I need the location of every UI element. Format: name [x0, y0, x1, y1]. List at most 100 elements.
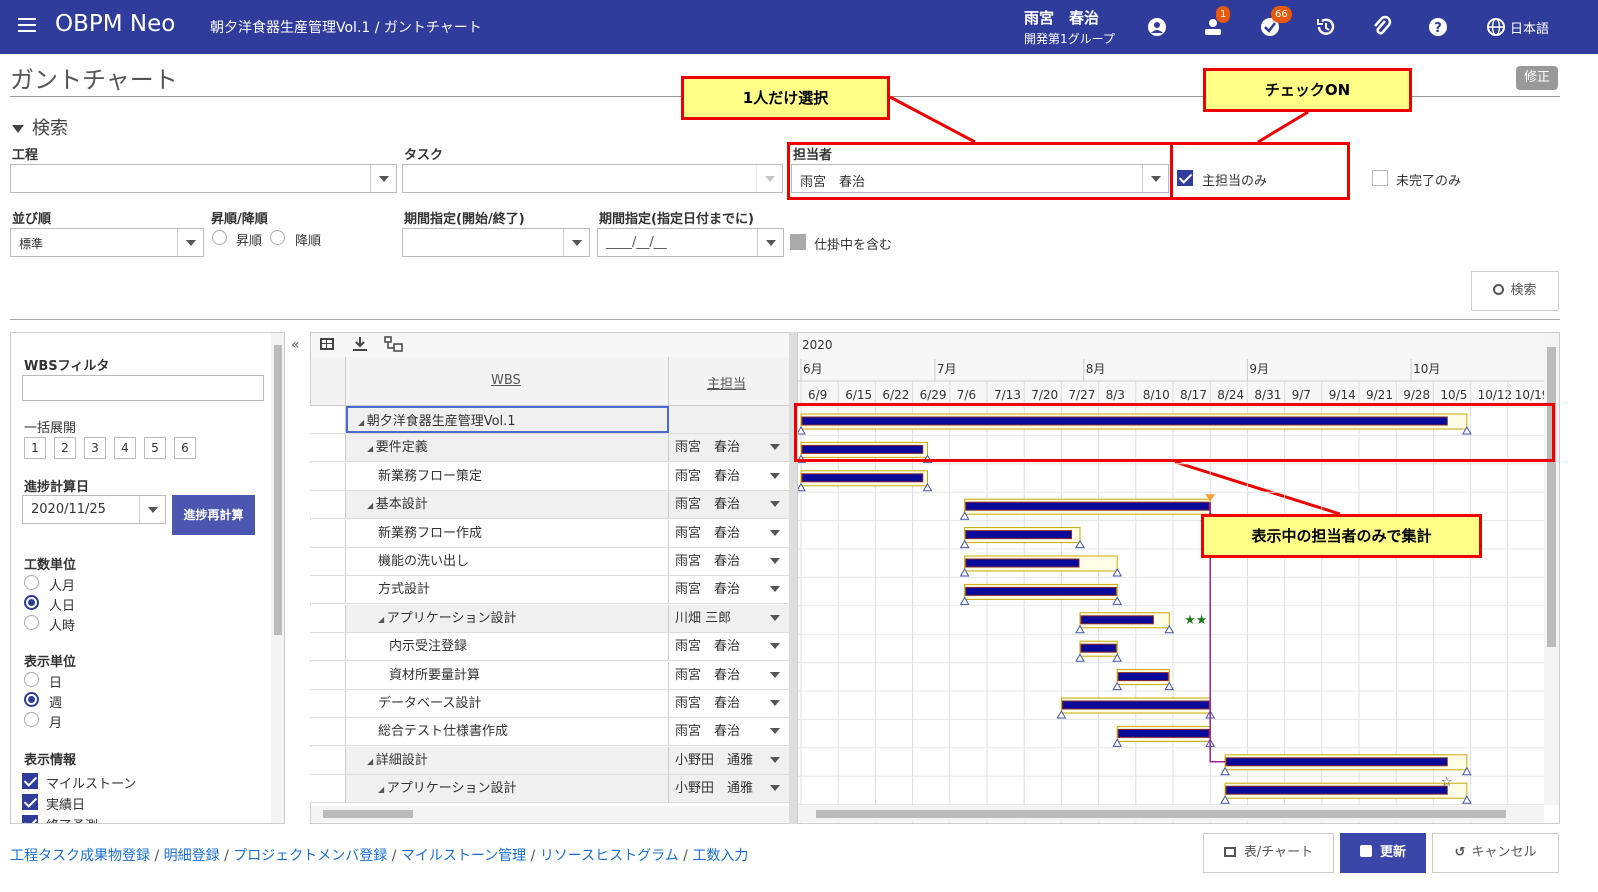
owner-cell[interactable]: 雨宮 春治	[669, 662, 790, 689]
footer-link[interactable]: プロジェクトメンバ登録	[233, 848, 387, 864]
row-selector[interactable]	[310, 746, 346, 774]
row-selector[interactable]	[310, 718, 346, 746]
table-row[interactable]: 総合テスト仕様書作成 雨宮 春治	[310, 718, 790, 747]
wbs-cell[interactable]: データベース設計	[346, 690, 669, 717]
footer-link[interactable]: 明細登録	[164, 848, 220, 864]
table-row[interactable]: ◢ アプリケーション設計 川畑 三郎	[310, 604, 790, 633]
owner-cell[interactable]: 雨宮 春治	[669, 633, 790, 660]
expand-level-button[interactable]: 4	[114, 437, 136, 459]
info-actual-checkbox[interactable]	[22, 794, 38, 810]
wbs-cell[interactable]: 総合テスト仕様書作成	[346, 718, 669, 746]
wbs-cell[interactable]: ◢ 要件定義	[346, 434, 669, 462]
expand-level-button[interactable]: 6	[174, 437, 196, 459]
owner-cell[interactable]: 雨宮 春治	[669, 434, 790, 462]
row-selector[interactable]	[310, 462, 346, 490]
row-selector[interactable]	[310, 406, 346, 433]
col-wbs-header[interactable]: WBS	[491, 373, 521, 388]
row-selector[interactable]	[310, 661, 346, 689]
table-row[interactable]: 方式設計 雨宮 春治	[310, 576, 790, 605]
disp-radio-month[interactable]	[24, 712, 39, 727]
footer-link[interactable]: マイルストーン管理	[401, 848, 526, 864]
unit-radio-day[interactable]	[24, 595, 39, 610]
wbs-cell[interactable]: ◢ アプリケーション設計	[346, 604, 669, 632]
table-row[interactable]: ◢ 基本設計 雨宮 春治	[310, 491, 790, 520]
expand-triangle-icon[interactable]: ◢	[367, 444, 376, 453]
expand-level-button[interactable]: 5	[144, 437, 166, 459]
table-row[interactable]: ◢ 朝夕洋食器生産管理Vol.1	[310, 406, 790, 434]
row-selector[interactable]	[310, 576, 346, 604]
wbs-cell[interactable]: 資材所要量計算	[346, 661, 669, 689]
owner-cell[interactable]: 雨宮 春治	[669, 463, 790, 490]
unit-radio-hour[interactable]	[24, 615, 39, 630]
row-selector[interactable]	[310, 434, 346, 462]
owner-cell[interactable]: 雨宮 春治	[669, 576, 790, 603]
disp-radio-week[interactable]	[24, 692, 39, 707]
left-scroll-thumb[interactable]	[274, 345, 282, 635]
footer-link[interactable]: リソースヒストグラム	[540, 848, 679, 864]
grid-hscroll[interactable]	[311, 806, 793, 822]
disp-radio-day[interactable]	[24, 672, 39, 687]
expand-triangle-icon[interactable]: ◢	[367, 757, 376, 766]
recalc-button[interactable]: 進捗再計算	[172, 495, 255, 535]
owner-cell[interactable]: 小野田 通雅	[669, 775, 790, 803]
footer-link[interactable]: 工程タスク成果物登録	[10, 848, 150, 864]
download-icon[interactable]	[352, 336, 368, 352]
wbs-filter-input[interactable]	[22, 375, 264, 401]
expand-level-button[interactable]: 2	[54, 437, 76, 459]
owner-cell[interactable]: 川畑 三郎	[669, 604, 790, 632]
owner-cell[interactable]: 雨宮 春治	[669, 690, 790, 717]
table-row[interactable]: 資材所要量計算 雨宮 春治	[310, 661, 790, 690]
grid-hscroll-thumb[interactable]	[323, 810, 413, 818]
unit-radio-month[interactable]	[24, 575, 39, 590]
table-row[interactable]: 新業務フロー作成 雨宮 春治	[310, 519, 790, 548]
owner-cell[interactable]: 雨宮 春治	[669, 520, 790, 547]
row-selector[interactable]	[310, 775, 346, 803]
hierarchy-icon[interactable]	[384, 336, 404, 352]
row-selector[interactable]	[310, 690, 346, 717]
cancel-button[interactable]: ↺ キャンセル	[1432, 833, 1559, 873]
row-selector[interactable]	[310, 604, 346, 632]
info-milestone-checkbox[interactable]	[22, 773, 38, 789]
table-row[interactable]: データベース設計 雨宮 春治	[310, 690, 790, 718]
owner-cell[interactable]: 雨宮 春治	[669, 548, 790, 575]
wbs-cell[interactable]: 機能の洗い出し	[346, 548, 669, 575]
owner-cell[interactable]: 小野田 通雅	[669, 746, 790, 774]
left-scrollbar[interactable]	[271, 333, 284, 823]
row-selector[interactable]	[310, 633, 346, 661]
gantt-hscroll[interactable]	[798, 806, 1544, 822]
table-icon[interactable]	[320, 338, 334, 350]
wbs-cell[interactable]: 新業務フロー作成	[346, 519, 669, 547]
info-forecast-checkbox[interactable]	[22, 815, 38, 823]
expand-triangle-icon[interactable]: ◢	[378, 615, 387, 624]
wbs-cell[interactable]: 新業務フロー策定	[346, 462, 669, 490]
update-button[interactable]: 更新	[1340, 833, 1426, 873]
wbs-cell[interactable]: 内示受注登録	[346, 633, 669, 661]
table-row[interactable]: 内示受注登録 雨宮 春治	[310, 633, 790, 662]
table-chart-button[interactable]: 表/チャート	[1203, 833, 1334, 873]
col-owner-header[interactable]: 主担当	[707, 373, 746, 392]
wbs-cell[interactable]: ◢ アプリケーション設計	[346, 775, 669, 803]
expand-level-button[interactable]: 1	[24, 437, 46, 459]
table-row[interactable]: 機能の洗い出し 雨宮 春治	[310, 548, 790, 576]
owner-cell[interactable]: 雨宮 春治	[669, 491, 790, 519]
progress-date-select[interactable]: 2020/11/25	[22, 495, 166, 524]
row-selector[interactable]	[310, 519, 346, 547]
expand-level-button[interactable]: 3	[84, 437, 106, 459]
table-row[interactable]: ◢ 要件定義 雨宮 春治	[310, 434, 790, 463]
wbs-cell[interactable]: ◢ 基本設計	[346, 491, 669, 519]
table-row[interactable]: 新業務フロー策定 雨宮 春治	[310, 462, 790, 491]
expand-triangle-icon[interactable]: ◢	[358, 418, 367, 427]
wbs-cell[interactable]: ◢ 詳細設計	[346, 746, 669, 774]
row-selector[interactable]	[310, 548, 346, 575]
wbs-cell[interactable]: 方式設計	[346, 576, 669, 604]
gantt-vscroll-thumb[interactable]	[1547, 347, 1556, 647]
table-row[interactable]: ◢ アプリケーション設計 小野田 通雅	[310, 775, 790, 804]
collapse-icon[interactable]: «	[291, 337, 300, 353]
row-selector[interactable]	[310, 491, 346, 519]
owner-cell[interactable]	[669, 406, 790, 433]
table-row[interactable]: ◢ 詳細設計 小野田 通雅	[310, 746, 790, 775]
footer-link[interactable]: 工数入力	[692, 848, 748, 864]
owner-cell[interactable]: 雨宮 春治	[669, 718, 790, 745]
expand-triangle-icon[interactable]: ◢	[378, 785, 387, 794]
gantt-hscroll-thumb[interactable]	[816, 810, 1506, 818]
